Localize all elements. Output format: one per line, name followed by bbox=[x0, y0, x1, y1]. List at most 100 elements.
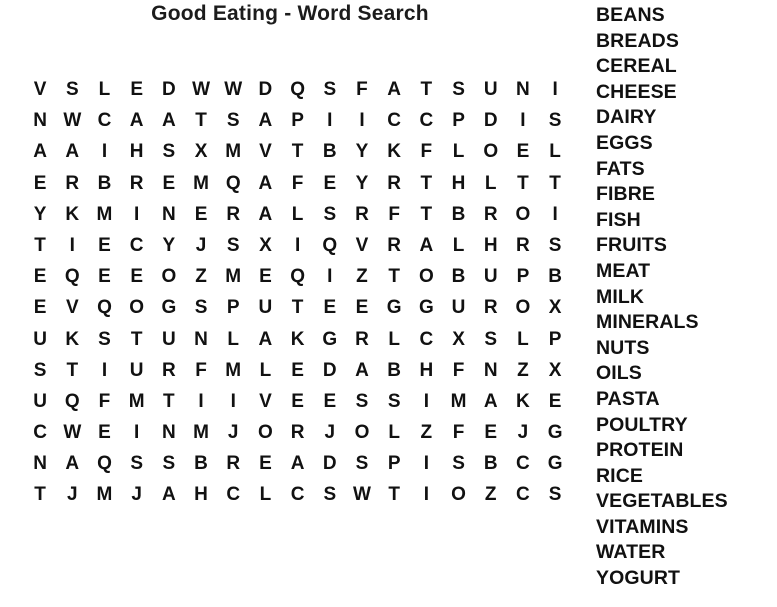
grid-cell[interactable]: R bbox=[346, 199, 378, 230]
grid-cell[interactable]: S bbox=[121, 448, 153, 479]
grid-cell[interactable]: B bbox=[442, 199, 474, 230]
grid-cell[interactable]: Q bbox=[88, 292, 120, 323]
grid-cell[interactable]: X bbox=[442, 324, 474, 355]
grid-cell[interactable]: V bbox=[249, 386, 281, 417]
grid-cell[interactable]: C bbox=[24, 417, 56, 448]
grid-cell[interactable]: E bbox=[88, 230, 120, 261]
grid-cell[interactable]: I bbox=[410, 386, 442, 417]
grid-cell[interactable]: U bbox=[475, 74, 507, 105]
grid-cell[interactable]: N bbox=[507, 74, 539, 105]
grid-cell[interactable]: M bbox=[217, 261, 249, 292]
grid-cell[interactable]: I bbox=[217, 386, 249, 417]
letter-grid[interactable]: VSLEDWWDQSFATSUNINWCAATSAPIICCPDISAAIHSX… bbox=[24, 74, 571, 511]
grid-cell[interactable]: E bbox=[507, 136, 539, 167]
grid-cell[interactable]: F bbox=[378, 199, 410, 230]
grid-cell[interactable]: L bbox=[442, 230, 474, 261]
grid-cell[interactable]: E bbox=[314, 386, 346, 417]
grid-cell[interactable]: P bbox=[282, 105, 314, 136]
grid-cell[interactable]: I bbox=[121, 417, 153, 448]
grid-cell[interactable]: K bbox=[56, 199, 88, 230]
grid-cell[interactable]: A bbox=[346, 355, 378, 386]
grid-cell[interactable]: V bbox=[24, 74, 56, 105]
grid-cell[interactable]: U bbox=[153, 324, 185, 355]
grid-cell[interactable]: L bbox=[475, 168, 507, 199]
grid-cell[interactable]: P bbox=[539, 324, 571, 355]
grid-cell[interactable]: L bbox=[249, 355, 281, 386]
grid-cell[interactable]: R bbox=[475, 292, 507, 323]
grid-cell[interactable]: I bbox=[539, 199, 571, 230]
grid-cell[interactable]: W bbox=[56, 417, 88, 448]
grid-cell[interactable]: Q bbox=[282, 261, 314, 292]
grid-cell[interactable]: T bbox=[507, 168, 539, 199]
grid-cell[interactable]: M bbox=[88, 479, 120, 510]
grid-cell[interactable]: F bbox=[185, 355, 217, 386]
grid-cell[interactable]: N bbox=[475, 355, 507, 386]
grid-cell[interactable]: Y bbox=[346, 136, 378, 167]
grid-cell[interactable]: W bbox=[185, 74, 217, 105]
word-list-item[interactable]: VEGETABLES bbox=[596, 489, 777, 515]
grid-cell[interactable]: A bbox=[410, 230, 442, 261]
grid-cell[interactable]: D bbox=[249, 74, 281, 105]
grid-cell[interactable]: E bbox=[249, 261, 281, 292]
grid-cell[interactable]: C bbox=[282, 479, 314, 510]
grid-cell[interactable]: U bbox=[24, 386, 56, 417]
grid-cell[interactable]: L bbox=[249, 479, 281, 510]
grid-cell[interactable]: P bbox=[217, 292, 249, 323]
grid-cell[interactable]: M bbox=[217, 136, 249, 167]
grid-cell[interactable]: M bbox=[121, 386, 153, 417]
grid-cell[interactable]: Z bbox=[410, 417, 442, 448]
grid-cell[interactable]: Z bbox=[507, 355, 539, 386]
grid-cell[interactable]: X bbox=[185, 136, 217, 167]
grid-cell[interactable]: J bbox=[121, 479, 153, 510]
grid-cell[interactable]: N bbox=[153, 199, 185, 230]
grid-cell[interactable]: W bbox=[217, 74, 249, 105]
grid-cell[interactable]: S bbox=[153, 448, 185, 479]
grid-cell[interactable]: S bbox=[346, 448, 378, 479]
grid-cell[interactable]: I bbox=[282, 230, 314, 261]
grid-cell[interactable]: O bbox=[475, 136, 507, 167]
grid-cell[interactable]: B bbox=[88, 168, 120, 199]
grid-cell[interactable]: L bbox=[282, 199, 314, 230]
grid-cell[interactable]: A bbox=[24, 136, 56, 167]
grid-cell[interactable]: G bbox=[539, 417, 571, 448]
word-list-item[interactable]: CHEESE bbox=[596, 80, 777, 106]
grid-cell[interactable]: I bbox=[410, 448, 442, 479]
grid-cell[interactable]: Q bbox=[217, 168, 249, 199]
grid-cell[interactable]: S bbox=[539, 230, 571, 261]
grid-cell[interactable]: S bbox=[56, 74, 88, 105]
grid-cell[interactable]: T bbox=[56, 355, 88, 386]
grid-cell[interactable]: J bbox=[314, 417, 346, 448]
grid-cell[interactable]: I bbox=[314, 105, 346, 136]
grid-cell[interactable]: J bbox=[507, 417, 539, 448]
grid-cell[interactable]: S bbox=[314, 74, 346, 105]
grid-cell[interactable]: S bbox=[314, 199, 346, 230]
grid-cell[interactable]: B bbox=[475, 448, 507, 479]
grid-cell[interactable]: M bbox=[185, 168, 217, 199]
grid-cell[interactable]: B bbox=[539, 261, 571, 292]
grid-cell[interactable]: A bbox=[56, 136, 88, 167]
grid-cell[interactable]: E bbox=[88, 417, 120, 448]
grid-cell[interactable]: H bbox=[121, 136, 153, 167]
grid-cell[interactable]: U bbox=[442, 292, 474, 323]
grid-cell[interactable]: Q bbox=[56, 261, 88, 292]
grid-cell[interactable]: R bbox=[475, 199, 507, 230]
grid-cell[interactable]: E bbox=[121, 74, 153, 105]
grid-cell[interactable]: P bbox=[507, 261, 539, 292]
grid-cell[interactable]: K bbox=[282, 324, 314, 355]
grid-cell[interactable]: I bbox=[539, 74, 571, 105]
grid-cell[interactable]: O bbox=[153, 261, 185, 292]
grid-cell[interactable]: S bbox=[442, 448, 474, 479]
grid-cell[interactable]: R bbox=[346, 324, 378, 355]
grid-cell[interactable]: B bbox=[442, 261, 474, 292]
grid-cell[interactable]: F bbox=[442, 417, 474, 448]
grid-cell[interactable]: A bbox=[56, 448, 88, 479]
grid-cell[interactable]: D bbox=[314, 448, 346, 479]
grid-cell[interactable]: T bbox=[282, 136, 314, 167]
grid-cell[interactable]: N bbox=[24, 448, 56, 479]
grid-cell[interactable]: A bbox=[282, 448, 314, 479]
grid-cell[interactable]: L bbox=[88, 74, 120, 105]
grid-cell[interactable]: J bbox=[217, 417, 249, 448]
grid-cell[interactable]: B bbox=[314, 136, 346, 167]
word-list-item[interactable]: BREADS bbox=[596, 29, 777, 55]
grid-cell[interactable]: X bbox=[539, 292, 571, 323]
